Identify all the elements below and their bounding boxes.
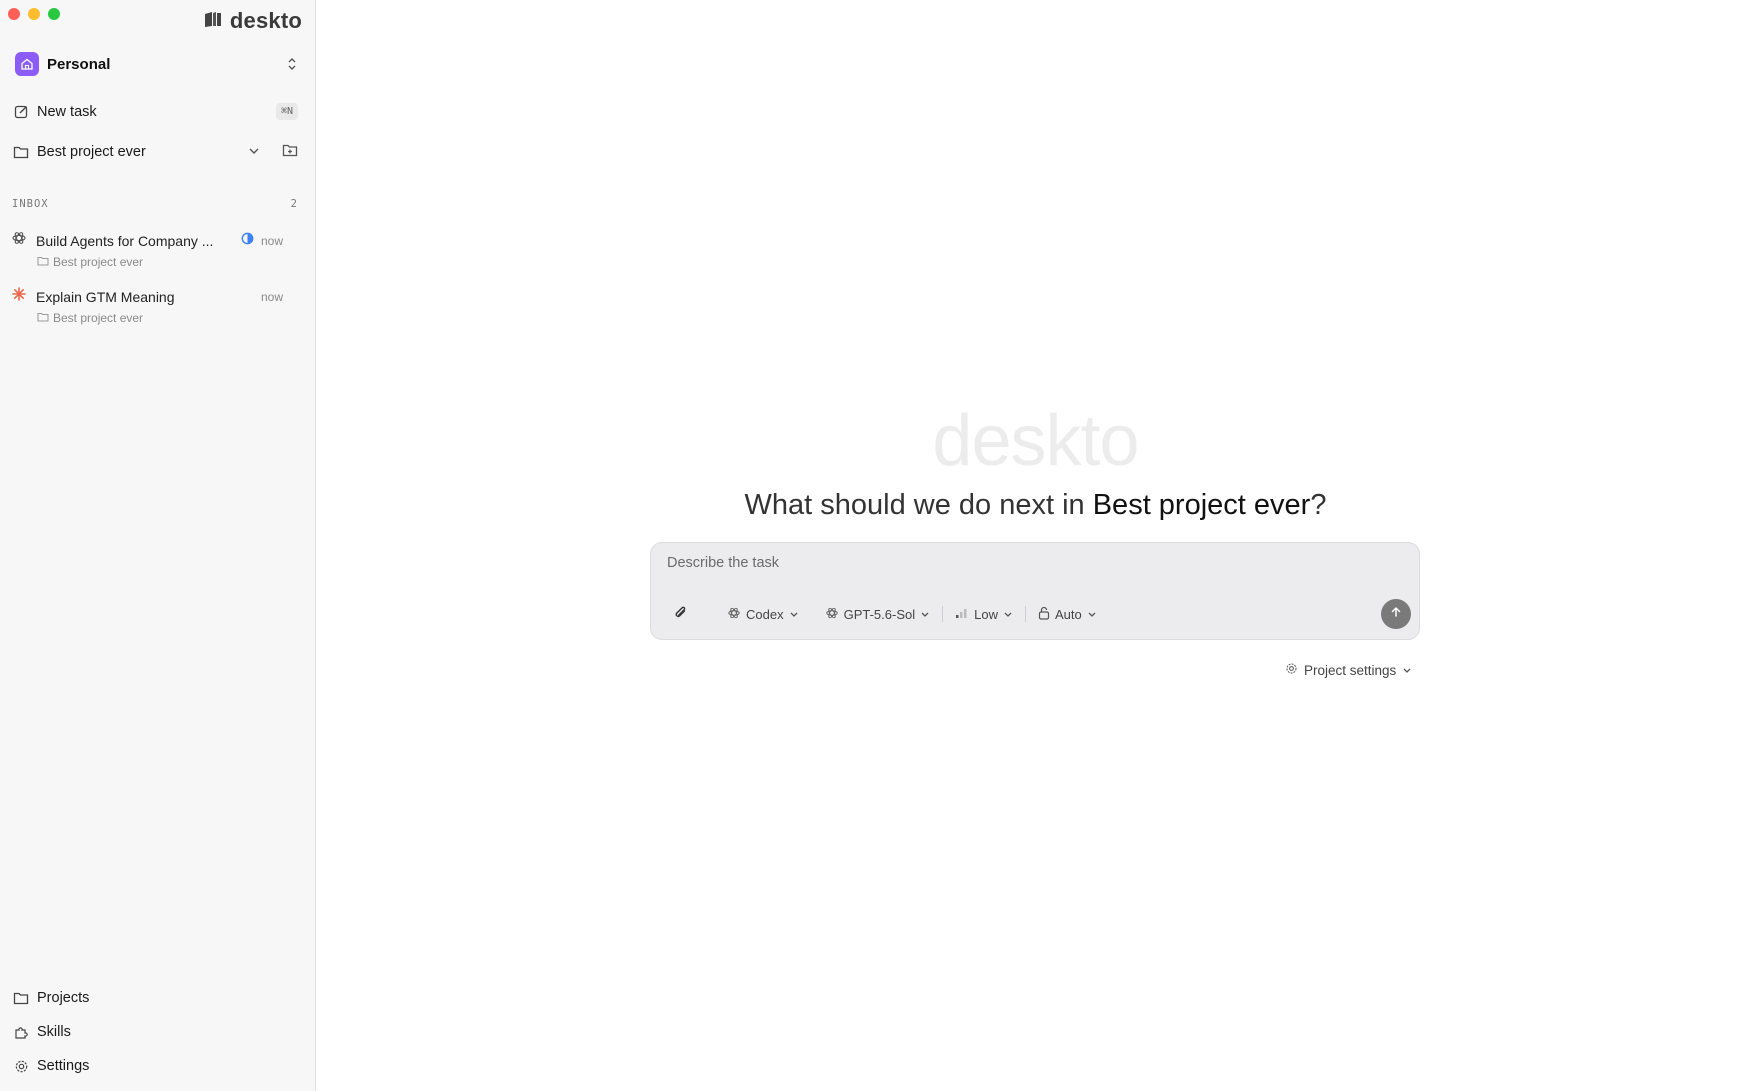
folder-icon <box>37 255 49 269</box>
nav-label: Projects <box>37 990 90 1006</box>
toolbar-divider <box>1024 606 1026 622</box>
chevron-down-icon <box>920 607 930 622</box>
nav-settings[interactable]: Settings <box>13 1058 298 1074</box>
app-window: deskto Personal New task ⌘N Best project… <box>0 0 1754 1091</box>
openai-icon <box>825 606 839 623</box>
chevron-down-icon[interactable] <box>248 144 260 160</box>
headline-prefix: What should we do next in <box>744 489 1093 521</box>
folder-icon <box>37 311 49 325</box>
inbox-count: 2 <box>290 198 297 210</box>
project-selector[interactable]: Best project ever <box>13 143 298 161</box>
half-circle-icon <box>241 232 254 250</box>
brand-name: deskto <box>229 8 302 33</box>
nav-label: Skills <box>37 1024 71 1040</box>
task-title: Explain GTM Meaning <box>36 288 175 305</box>
new-task-label: New task <box>37 103 97 120</box>
chevron-down-icon <box>1087 607 1097 622</box>
gear-icon <box>13 1058 29 1074</box>
arrow-up-icon <box>1390 605 1402 623</box>
home-icon <box>15 52 39 76</box>
task-project: Best project ever <box>53 255 144 269</box>
inbox-header: INBOX 2 <box>12 198 297 210</box>
gear-icon <box>1285 662 1298 678</box>
task-project: Best project ever <box>53 311 144 325</box>
nav-label: Settings <box>37 1058 90 1074</box>
chevron-down-icon <box>1003 607 1013 622</box>
model-select[interactable]: GPT-5.6-Sol <box>819 606 937 623</box>
effort-value: Low <box>974 606 998 622</box>
attach-button[interactable] <box>667 605 695 624</box>
openai-icon <box>727 606 741 623</box>
asterisk-icon <box>11 286 27 307</box>
workspace-switcher[interactable]: Personal <box>15 52 298 76</box>
minimize-window-button[interactable] <box>28 8 40 20</box>
project-settings-label: Project settings <box>1304 662 1397 678</box>
chevron-up-down-icon <box>286 56 298 72</box>
composer-toolbar: Codex GPT-5.6-Sol Low Auto <box>667 599 1411 629</box>
send-button[interactable] <box>1381 599 1411 629</box>
puzzle-icon <box>13 1024 29 1040</box>
close-window-button[interactable] <box>8 8 20 20</box>
nav-skills[interactable]: Skills <box>13 1024 298 1040</box>
permission-value: Auto <box>1054 606 1082 622</box>
agent-select[interactable]: Codex <box>721 606 805 623</box>
chevron-down-icon <box>1402 663 1412 678</box>
workspace-name: Personal <box>47 55 111 73</box>
unlock-icon <box>1038 606 1050 623</box>
new-task-shortcut: ⌘N <box>275 103 298 120</box>
new-folder-icon[interactable] <box>282 143 298 161</box>
project-name: Best project ever <box>37 144 146 160</box>
chevron-down-icon <box>789 607 799 622</box>
window-controls <box>8 8 60 20</box>
agent-value: Codex <box>746 606 784 622</box>
model-value: GPT-5.6-Sol <box>843 606 916 622</box>
main-panel: deskto What should we do next in Best pr… <box>317 0 1754 1091</box>
effort-select[interactable]: Low <box>949 607 1019 622</box>
inbox-task-item[interactable]: Build Agents for Company ... now Best pr… <box>11 230 283 269</box>
paperclip-icon <box>673 605 689 624</box>
task-composer: Codex GPT-5.6-Sol Low <box>650 542 1420 640</box>
toolbar-divider <box>942 606 944 622</box>
task-time: now <box>260 233 283 248</box>
inbox-label: INBOX <box>12 198 49 210</box>
headline-suffix: ? <box>1310 489 1327 521</box>
openai-icon <box>11 230 27 251</box>
headline-project: Best project ever <box>1092 489 1311 521</box>
folder-icon <box>13 990 29 1006</box>
page-title: What should we do next in Best project e… <box>317 489 1754 522</box>
permission-select[interactable]: Auto <box>1032 606 1103 623</box>
task-input[interactable] <box>667 555 1367 571</box>
books-icon <box>203 10 223 33</box>
task-time: now <box>260 289 283 304</box>
new-task-button[interactable]: New task ⌘N <box>13 103 298 120</box>
zoom-window-button[interactable] <box>48 8 60 20</box>
sidebar: deskto Personal New task ⌘N Best project… <box>0 0 316 1091</box>
nav-projects[interactable]: Projects <box>13 990 298 1006</box>
project-settings-button[interactable]: Project settings <box>1285 662 1412 678</box>
brand-watermark: deskto <box>932 401 1139 481</box>
inbox-task-item[interactable]: Explain GTM Meaning now Best project eve… <box>11 286 283 325</box>
signal-bars-icon <box>955 607 969 622</box>
task-title: Build Agents for Company ... <box>36 232 214 249</box>
folder-icon <box>13 144 29 160</box>
brand: deskto <box>203 8 302 34</box>
compose-icon <box>13 104 29 120</box>
